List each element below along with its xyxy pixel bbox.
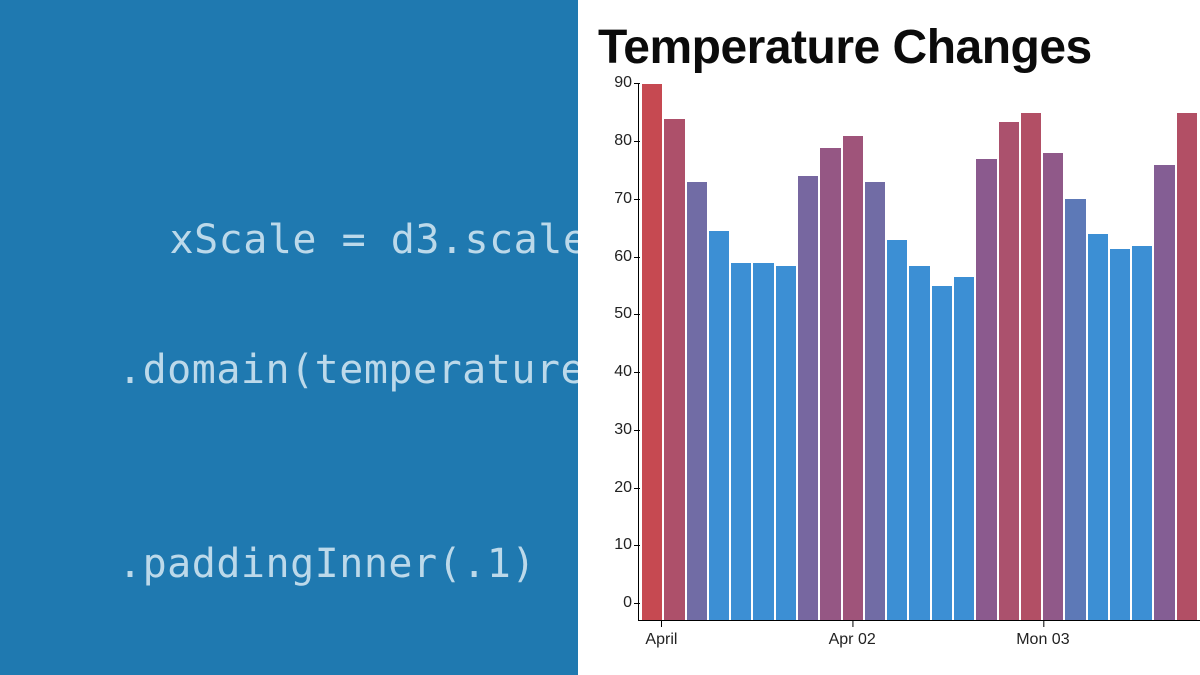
bar bbox=[1177, 113, 1197, 621]
bar bbox=[976, 159, 996, 621]
bar bbox=[687, 182, 707, 621]
x-tick: Apr 02 bbox=[829, 631, 876, 649]
bar bbox=[664, 119, 684, 621]
bar bbox=[709, 231, 729, 621]
bar bbox=[776, 266, 796, 621]
y-tick: 90 bbox=[588, 74, 632, 92]
bar bbox=[1043, 153, 1063, 621]
plot-area bbox=[639, 84, 1200, 621]
chart-plot: 0102030405060708090 AprilApr 02Mon 03 bbox=[588, 84, 1200, 661]
split-layout: xScale = d3.scaleBand() .domain(temperat… bbox=[0, 0, 1200, 675]
code-block-1: xScale = d3.scaleBand() .domain(temperat… bbox=[22, 144, 578, 675]
y-tick: 80 bbox=[588, 132, 632, 150]
chart-title: Temperature Changes bbox=[598, 20, 1200, 75]
bar bbox=[865, 182, 885, 621]
bar bbox=[1021, 113, 1041, 621]
x-tick: Mon 03 bbox=[1016, 631, 1069, 649]
y-tick: 0 bbox=[588, 594, 632, 612]
bar bbox=[820, 148, 840, 621]
y-tick: 10 bbox=[588, 536, 632, 554]
y-tick: 70 bbox=[588, 190, 632, 208]
bar bbox=[932, 286, 952, 621]
x-tick: April bbox=[645, 631, 677, 649]
x-axis: April Apr 02 Mon 03 bbox=[639, 621, 1200, 661]
y-tick: 20 bbox=[588, 479, 632, 497]
code-panel: xScale = d3.scaleBand() .domain(temperat… bbox=[0, 0, 578, 675]
y-tick: 50 bbox=[588, 305, 632, 323]
bar bbox=[642, 84, 662, 621]
bar bbox=[798, 176, 818, 621]
bar bbox=[909, 266, 929, 621]
code-line: .domain(temperatures) bbox=[22, 338, 578, 403]
bar bbox=[999, 122, 1019, 621]
bar bbox=[1154, 165, 1174, 621]
y-tick: 40 bbox=[588, 363, 632, 381]
bar bbox=[1110, 249, 1130, 621]
y-tick: 60 bbox=[588, 248, 632, 266]
bar bbox=[753, 263, 773, 621]
code-line: xScale = d3.scaleBand() bbox=[170, 217, 579, 263]
code-line: .paddingInner(.1) bbox=[22, 532, 578, 597]
chart-panel: Temperature Changes 0102030405060708090 … bbox=[578, 0, 1200, 675]
bar bbox=[1132, 246, 1152, 621]
bar bbox=[1065, 199, 1085, 621]
bar bbox=[887, 240, 907, 621]
bar bbox=[1088, 234, 1108, 621]
bar bbox=[731, 263, 751, 621]
y-tick: 30 bbox=[588, 421, 632, 439]
bar bbox=[954, 277, 974, 621]
y-axis: 0102030405060708090 bbox=[588, 84, 638, 621]
bar bbox=[843, 136, 863, 621]
